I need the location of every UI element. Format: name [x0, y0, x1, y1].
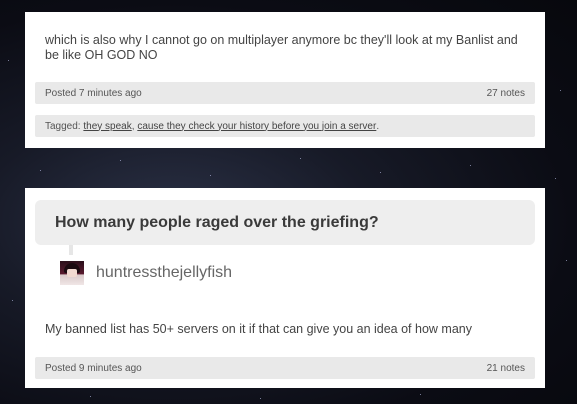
post-notes-link[interactable]: 27 notes [487, 88, 525, 99]
question-tail [69, 245, 73, 255]
tags-label: Tagged: [45, 120, 81, 132]
post-body: which is also why I cannot go on multipl… [45, 33, 518, 62]
post-timestamp-link[interactable]: Posted 7 minutes ago [45, 88, 142, 99]
avatar-face [67, 269, 77, 277]
ask-question: How many people raged over the griefing? [35, 200, 535, 245]
tag-separator: , [131, 120, 135, 132]
tag-link[interactable]: they speak [83, 121, 131, 132]
asker-info: huntressthejellyfish [60, 261, 232, 285]
post-tags-bar: Tagged: they speak, cause they check you… [35, 115, 535, 137]
post-timestamp-link[interactable]: Posted 9 minutes ago [45, 363, 142, 374]
post-meta-bar: Posted 7 minutes ago 27 notes [35, 82, 535, 104]
post-meta-bar: Posted 9 minutes ago 21 notes [35, 357, 535, 379]
tag-end: . [376, 120, 380, 132]
avatar[interactable] [60, 261, 84, 285]
answer-body: My banned list has 50+ servers on it if … [45, 322, 472, 336]
tag-link[interactable]: cause they check your history before you… [137, 121, 376, 132]
answer-post: How many people raged over the griefing?… [25, 188, 545, 388]
text-post: which is also why I cannot go on multipl… [25, 12, 545, 148]
post-notes-link[interactable]: 21 notes [487, 363, 525, 374]
asker-name-link[interactable]: huntressthejellyfish [96, 264, 232, 282]
